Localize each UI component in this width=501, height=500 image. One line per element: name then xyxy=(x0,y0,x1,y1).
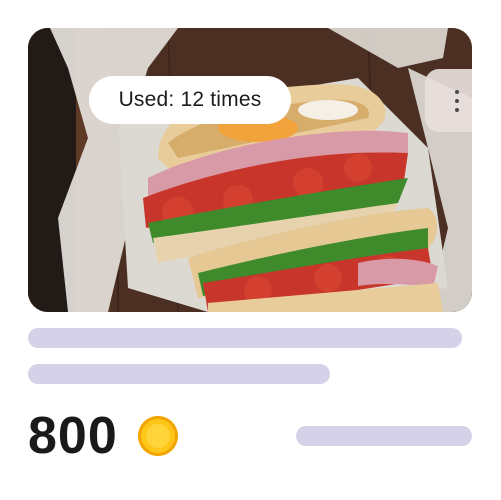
title-placeholder-line-1 xyxy=(28,328,462,348)
usage-count-label: Used: 12 times xyxy=(118,88,262,111)
usage-count-badge: Used: 12 times xyxy=(89,76,291,124)
more-vertical-icon xyxy=(455,89,459,112)
title-placeholder-line-2 xyxy=(28,364,330,384)
price-value: 800 xyxy=(28,407,118,465)
action-placeholder-line xyxy=(296,426,472,446)
more-options-button[interactable] xyxy=(425,69,472,132)
recipe-card[interactable]: Used: 12 times 800 xyxy=(0,0,501,500)
gold-coin-icon xyxy=(138,416,178,456)
sandwich-photo[interactable]: Used: 12 times xyxy=(28,28,472,312)
